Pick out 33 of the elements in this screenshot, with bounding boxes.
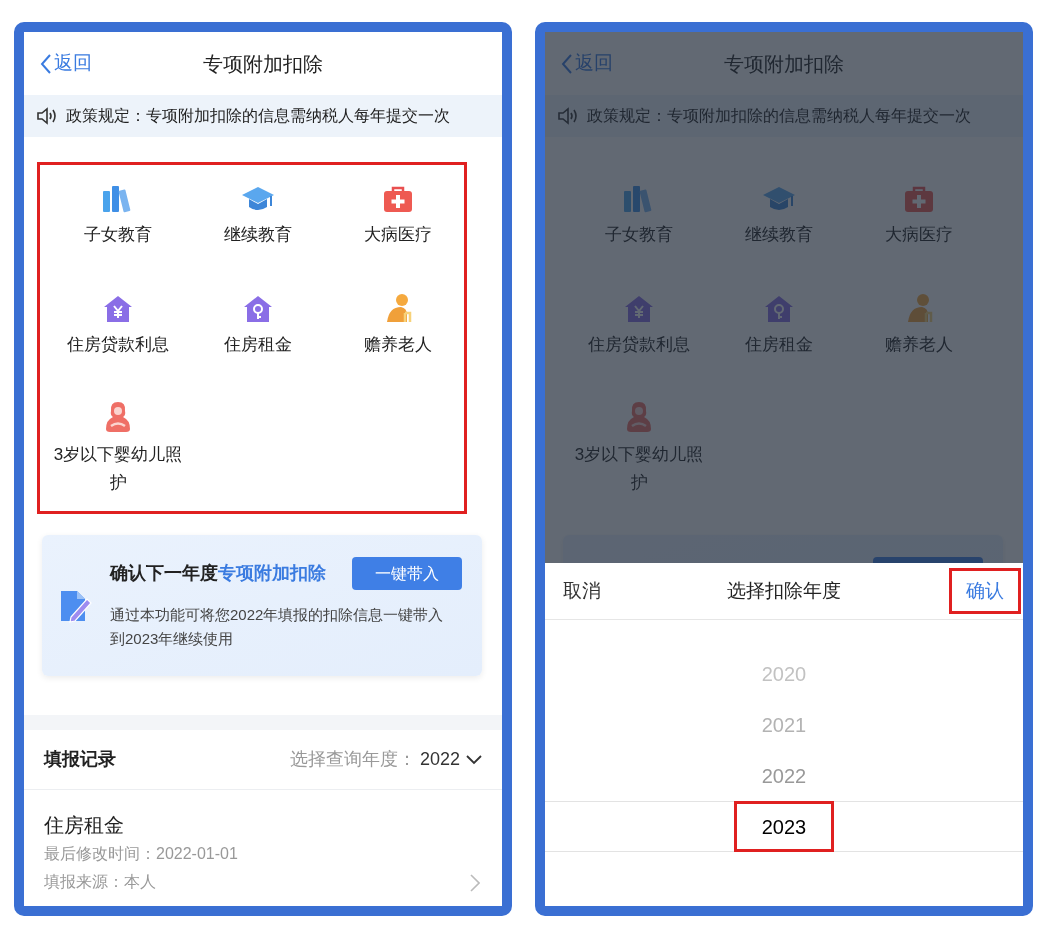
confirm-button[interactable]: 确认 bbox=[949, 568, 1021, 614]
category-item[interactable]: 大病医疗 bbox=[328, 181, 468, 249]
speaker-icon bbox=[36, 107, 58, 125]
year-option[interactable]: 2021 bbox=[734, 699, 834, 750]
back-chevron-icon bbox=[40, 52, 52, 75]
sheet-title: 选择扣除年度 bbox=[727, 578, 841, 603]
category-item[interactable]: 子女教育 bbox=[48, 181, 188, 249]
notice-text: 政策规定：专项附加扣除的信息需纳税人每年提交一次 bbox=[66, 106, 450, 126]
category-item[interactable]: 赡养老人 bbox=[328, 291, 468, 359]
chevron-right-icon bbox=[470, 874, 480, 892]
chevron-down-icon bbox=[466, 754, 482, 765]
record-item[interactable]: 住房租金 最后修改时间：2022-01-01 填报来源：本人 bbox=[24, 790, 502, 896]
one-click-import-button[interactable]: 一键带入 bbox=[352, 557, 462, 590]
person-icon bbox=[104, 401, 132, 433]
graduation-cap-icon bbox=[241, 185, 275, 213]
house-icon bbox=[103, 295, 133, 323]
year-option[interactable]: 2022 bbox=[734, 750, 834, 801]
promo-description: 通过本功能可将您2022年填报的扣除信息一键带入到2023年继续使用 bbox=[110, 605, 445, 649]
category-item[interactable]: 3岁以下婴幼儿照护 bbox=[48, 401, 188, 497]
page-title: 专项附加扣除 bbox=[203, 51, 323, 77]
page-title: 专项附加扣除 bbox=[724, 51, 844, 77]
house-icon bbox=[243, 295, 273, 323]
year-option[interactable]: 2023 bbox=[734, 801, 834, 852]
back-link[interactable]: 返回 bbox=[40, 49, 92, 78]
category-item[interactable]: 住房租金 bbox=[188, 291, 328, 359]
cancel-button[interactable]: 取消 bbox=[563, 576, 601, 606]
document-pen-icon bbox=[59, 588, 93, 623]
year-selector[interactable]: 选择查询年度： 2022 bbox=[289, 746, 482, 773]
promo-title: 确认下一年度专项附加扣除 bbox=[110, 562, 326, 585]
medical-kit-icon bbox=[383, 185, 413, 213]
category-item[interactable]: 继续教育 bbox=[188, 181, 328, 249]
section-heading: 填报记录 bbox=[44, 748, 116, 771]
category-item[interactable]: 住房贷款利息 bbox=[48, 291, 188, 359]
